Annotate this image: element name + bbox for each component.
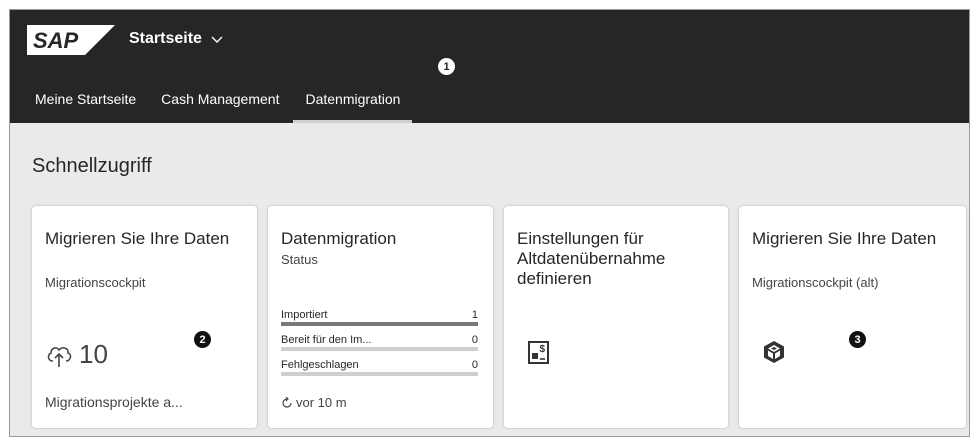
refresh-info: vor 10 m (281, 395, 347, 410)
kpi-value: 10 (79, 339, 108, 369)
refresh-icon (282, 396, 292, 408)
cube-icon (764, 341, 784, 363)
upload-cloud-icon (47, 346, 72, 367)
callout-1: 1 (438, 58, 455, 75)
tab-datenmigration[interactable]: Datenmigration (293, 86, 413, 123)
home-title: Startseite (129, 30, 202, 47)
callout-3: 3 (849, 331, 866, 348)
tile-migrationscockpit[interactable]: Migrieren Sie Ihre Daten Migrationscockp… (31, 205, 258, 429)
tile-title: Einstellungen für Altdatenübernahme defi… (517, 229, 666, 288)
status-bar (281, 372, 478, 376)
status-row-importiert: Importiert 1 (281, 309, 478, 334)
tile-altdatenuebernahme[interactable]: Einstellungen für Altdatenübernahme defi… (503, 205, 729, 429)
chevron-down-icon (211, 36, 223, 43)
status-row-bereit: Bereit für den Im... 0 (281, 334, 478, 359)
sap-logo[interactable]: SAP (27, 25, 115, 55)
status-label: Bereit für den Im... (281, 334, 372, 346)
tile-title: Migrieren Sie Ihre Daten (752, 229, 937, 248)
document-dollar-icon: $ (528, 341, 549, 364)
launchpad-frame: SAP Startseite 1 Meine Startseite Cash M… (9, 9, 970, 437)
svg-text:SAP: SAP (33, 28, 79, 53)
status-value: 1 (471, 309, 478, 321)
status-bar (281, 347, 478, 351)
shell-bar: SAP Startseite 1 Meine Startseite Cash M… (10, 10, 969, 123)
status-label: Fehlgeschlagen (281, 359, 359, 371)
tile-footer: Migrationsprojekte a... (45, 394, 183, 410)
tile-subtitle: Migrationscockpit (45, 275, 146, 290)
status-value: 0 (471, 334, 478, 346)
space-tabs: Meine Startseite Cash Management Datenmi… (10, 86, 413, 123)
status-bar (281, 322, 478, 326)
tab-cash-management[interactable]: Cash Management (149, 86, 291, 123)
callout-2: 2 (194, 331, 211, 348)
status-bar-fill (281, 322, 478, 326)
tile-title: Migrieren Sie Ihre Daten (45, 229, 230, 248)
tile-kpi: 10 (45, 339, 108, 370)
tile-datenmigration-status[interactable]: Datenmigration Status Importiert 1 Berei… (267, 205, 494, 429)
status-list: Importiert 1 Bereit für den Im... 0 Fehl… (281, 309, 478, 384)
status-value: 0 (471, 359, 478, 371)
tile-title: Datenmigration (281, 229, 397, 248)
refresh-time: vor 10 m (296, 395, 347, 410)
tile-subtitle: Migrationscockpit (alt) (752, 275, 879, 290)
status-label: Importiert (281, 309, 328, 321)
svg-text:$: $ (540, 344, 546, 355)
tile-migrationscockpit-alt[interactable]: Migrieren Sie Ihre Daten Migrationscockp… (738, 205, 967, 429)
home-title-menu[interactable]: Startseite (129, 30, 224, 48)
tile-subtitle: Status (281, 252, 318, 267)
section-title: Schnellzugriff (32, 155, 152, 177)
status-row-fehlgeschlagen: Fehlgeschlagen 0 (281, 359, 478, 384)
tab-meine-startseite[interactable]: Meine Startseite (23, 86, 148, 123)
